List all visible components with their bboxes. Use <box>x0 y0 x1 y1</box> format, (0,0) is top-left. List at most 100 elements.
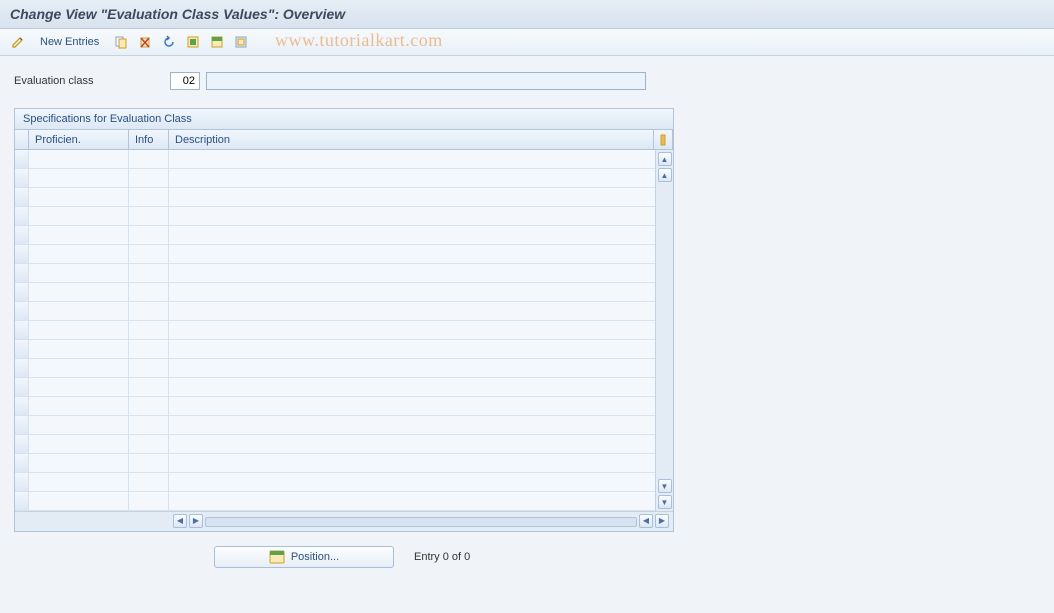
cell-proficiency[interactable] <box>29 340 129 358</box>
cell-proficiency[interactable] <box>29 359 129 377</box>
row-selector[interactable] <box>15 454 29 472</box>
cell-info[interactable] <box>129 492 169 510</box>
scroll-left-step-icon[interactable]: ▶ <box>189 514 203 528</box>
row-selector[interactable] <box>15 359 29 377</box>
cell-description[interactable] <box>169 283 655 301</box>
horizontal-scrollbar[interactable]: ◀ ▶ ◀ ▶ <box>169 514 673 530</box>
cell-info[interactable] <box>129 397 169 415</box>
row-selector[interactable] <box>15 340 29 358</box>
row-selector[interactable] <box>15 150 29 168</box>
cell-proficiency[interactable] <box>29 321 129 339</box>
cell-info[interactable] <box>129 150 169 168</box>
evaluation-class-description-input[interactable] <box>206 72 646 90</box>
select-all-row-header[interactable] <box>15 130 29 149</box>
cell-description[interactable] <box>169 454 655 472</box>
cell-description[interactable] <box>169 169 655 187</box>
copy-icon[interactable] <box>111 32 131 52</box>
scroll-down-step-icon[interactable]: ▼ <box>658 479 672 493</box>
cell-info[interactable] <box>129 226 169 244</box>
cell-description[interactable] <box>169 264 655 282</box>
cell-info[interactable] <box>129 321 169 339</box>
row-selector[interactable] <box>15 226 29 244</box>
cell-description[interactable] <box>169 416 655 434</box>
cell-description[interactable] <box>169 226 655 244</box>
row-selector[interactable] <box>15 397 29 415</box>
cell-proficiency[interactable] <box>29 264 129 282</box>
cell-proficiency[interactable] <box>29 416 129 434</box>
cell-description[interactable] <box>169 492 655 510</box>
cell-description[interactable] <box>169 473 655 491</box>
cell-info[interactable] <box>129 245 169 263</box>
row-selector[interactable] <box>15 169 29 187</box>
row-selector[interactable] <box>15 188 29 206</box>
cell-info[interactable] <box>129 188 169 206</box>
cell-proficiency[interactable] <box>29 435 129 453</box>
cell-info[interactable] <box>129 169 169 187</box>
cell-proficiency[interactable] <box>29 302 129 320</box>
column-header-info[interactable]: Info <box>129 130 169 149</box>
deselect-all-icon[interactable] <box>231 32 251 52</box>
cell-proficiency[interactable] <box>29 207 129 225</box>
hscroll-track[interactable] <box>205 517 637 527</box>
cell-info[interactable] <box>129 283 169 301</box>
cell-proficiency[interactable] <box>29 378 129 396</box>
row-selector[interactable] <box>15 492 29 510</box>
cell-description[interactable] <box>169 435 655 453</box>
row-selector[interactable] <box>15 416 29 434</box>
cell-description[interactable] <box>169 150 655 168</box>
cell-description[interactable] <box>169 188 655 206</box>
cell-proficiency[interactable] <box>29 226 129 244</box>
cell-info[interactable] <box>129 302 169 320</box>
column-header-proficiency[interactable]: Proficien. <box>29 130 129 149</box>
row-selector[interactable] <box>15 283 29 301</box>
cell-description[interactable] <box>169 245 655 263</box>
scroll-up-step-icon[interactable]: ▲ <box>658 168 672 182</box>
cell-description[interactable] <box>169 378 655 396</box>
vertical-scrollbar[interactable]: ▲ ▲ ▼ ▼ <box>655 150 673 511</box>
row-selector[interactable] <box>15 378 29 396</box>
row-selector[interactable] <box>15 245 29 263</box>
cell-proficiency[interactable] <box>29 150 129 168</box>
cell-info[interactable] <box>129 340 169 358</box>
scroll-right-step-icon[interactable]: ◀ <box>639 514 653 528</box>
cell-info[interactable] <box>129 207 169 225</box>
scroll-down-icon[interactable]: ▼ <box>658 495 672 509</box>
cell-description[interactable] <box>169 340 655 358</box>
cell-info[interactable] <box>129 359 169 377</box>
cell-proficiency[interactable] <box>29 283 129 301</box>
row-selector[interactable] <box>15 264 29 282</box>
column-header-description[interactable]: Description <box>169 130 653 149</box>
scroll-left-icon[interactable]: ◀ <box>173 514 187 528</box>
new-entries-button[interactable]: New Entries <box>32 33 107 51</box>
cell-description[interactable] <box>169 207 655 225</box>
cell-info[interactable] <box>129 454 169 472</box>
evaluation-class-input[interactable] <box>170 72 200 90</box>
cell-proficiency[interactable] <box>29 492 129 510</box>
cell-proficiency[interactable] <box>29 473 129 491</box>
cell-info[interactable] <box>129 416 169 434</box>
position-button[interactable]: Position... <box>214 546 394 568</box>
toggle-edit-icon[interactable] <box>8 32 28 52</box>
scroll-up-icon[interactable]: ▲ <box>658 152 672 166</box>
cell-proficiency[interactable] <box>29 245 129 263</box>
row-selector[interactable] <box>15 321 29 339</box>
cell-info[interactable] <box>129 264 169 282</box>
cell-info[interactable] <box>129 435 169 453</box>
row-selector[interactable] <box>15 302 29 320</box>
cell-description[interactable] <box>169 321 655 339</box>
cell-description[interactable] <box>169 359 655 377</box>
select-block-icon[interactable] <box>207 32 227 52</box>
cell-description[interactable] <box>169 397 655 415</box>
select-all-icon[interactable] <box>183 32 203 52</box>
cell-info[interactable] <box>129 378 169 396</box>
delete-icon[interactable] <box>135 32 155 52</box>
scroll-right-icon[interactable]: ▶ <box>655 514 669 528</box>
cell-description[interactable] <box>169 302 655 320</box>
cell-info[interactable] <box>129 473 169 491</box>
row-selector[interactable] <box>15 473 29 491</box>
cell-proficiency[interactable] <box>29 397 129 415</box>
row-selector[interactable] <box>15 435 29 453</box>
row-selector[interactable] <box>15 207 29 225</box>
cell-proficiency[interactable] <box>29 169 129 187</box>
cell-proficiency[interactable] <box>29 454 129 472</box>
